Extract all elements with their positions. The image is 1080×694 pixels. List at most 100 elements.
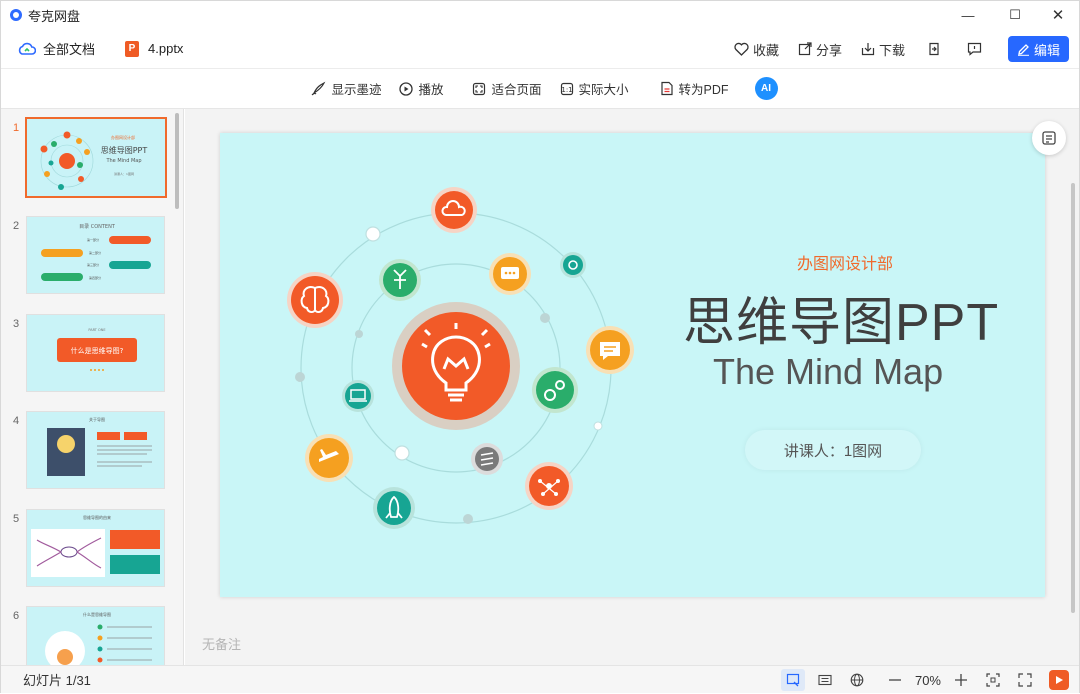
thumbnail-number: 5 <box>13 513 20 525</box>
close-button[interactable]: ✕ <box>1035 1 1080 29</box>
thumbnail-slide-3[interactable]: 3 PART ONE 什么是思维导图? <box>1 314 176 398</box>
thumbnail-preview: 办图网设计部 思维导图PPT The Mind Map 讲课人：1图网 <box>25 117 167 198</box>
notes-view-button[interactable] <box>813 669 837 691</box>
app-title: 夸克网盘 <box>28 8 81 24</box>
show-ink-button[interactable]: 显示墨迹 <box>311 79 381 98</box>
show-ink-label: 显示墨迹 <box>331 83 382 97</box>
fullscreen-icon <box>1018 673 1032 687</box>
plus-icon <box>955 674 967 686</box>
thumbnail-graphic: 思维导图的由来 <box>31 514 160 577</box>
slide-counter: 幻灯片 1/31 <box>23 673 91 688</box>
thumbnail-preview: 思维导图的由来 <box>26 509 165 587</box>
share-button[interactable]: 分享 <box>798 40 842 59</box>
gear-small-node-icon <box>560 252 586 278</box>
thumbnail-slide-1[interactable]: 1 办图网设计部 思维导图PPT The Mind Map 讲课人：1图网 <box>1 117 176 202</box>
pencil-icon <box>1017 43 1029 56</box>
thumbnail-slide-5[interactable]: 5 思维导图的由来 <box>1 509 176 593</box>
svg-text:第一部分: 第一部分 <box>87 237 99 242</box>
export-icon <box>929 42 939 56</box>
plant-node-icon <box>379 259 421 301</box>
slide-tools-icon <box>1042 131 1056 145</box>
web-view-button[interactable] <box>845 669 869 691</box>
svg-text:办图网设计部: 办图网设计部 <box>111 134 135 140</box>
play-label: 播放 <box>418 83 444 97</box>
export-button[interactable] <box>927 42 945 56</box>
network-node-icon <box>525 462 573 510</box>
convert-pdf-button[interactable]: 转为PDF <box>660 79 729 98</box>
thumbnail-scrollbar[interactable] <box>175 113 179 209</box>
edit-button[interactable]: 编辑 <box>1007 36 1069 62</box>
thumbnail-preview: PART ONE 什么是思维导图? <box>26 314 165 392</box>
fit-page-button[interactable]: 适合页面 <box>472 79 542 98</box>
convert-pdf-label: 转为PDF <box>678 83 729 97</box>
fit-window-button[interactable] <box>981 669 1005 691</box>
minimize-icon: — <box>961 7 975 23</box>
canvas-scrollbar[interactable] <box>1071 183 1075 613</box>
share-label: 分享 <box>815 42 842 58</box>
svg-text:第三部分: 第三部分 <box>87 262 99 267</box>
svg-text:思维导图的由来: 思维导图的由来 <box>83 514 111 520</box>
breadcrumb-all-docs[interactable]: 全部文档 <box>43 39 95 58</box>
fullscreen-button[interactable] <box>1013 669 1037 691</box>
thumbnail-preview: 什么是思维导图 <box>26 606 165 665</box>
pdf-icon <box>660 81 673 96</box>
fit-page-label: 适合页面 <box>491 83 542 97</box>
thumbnail-graphic: 关于导图 <box>47 416 152 476</box>
gears-node-icon <box>532 367 578 413</box>
actual-size-label: 实际大小 <box>578 83 629 97</box>
rocket-node-icon <box>373 487 415 529</box>
maximize-button[interactable]: ☐ <box>992 1 1038 29</box>
comment-button[interactable] <box>967 42 986 56</box>
slide-tools-button[interactable] <box>1032 121 1066 155</box>
download-icon <box>861 43 875 56</box>
edit-label: 编辑 <box>1033 42 1060 58</box>
keyboard-icon <box>818 674 832 686</box>
thumbnail-preview: 关于导图 <box>26 411 165 489</box>
play-circle-icon <box>399 81 414 96</box>
plane-node-icon <box>305 434 353 482</box>
slideshow-button[interactable] <box>1049 670 1069 690</box>
ai-assistant-button[interactable]: AI <box>754 77 778 100</box>
svg-text:什么是思维导图: 什么是思维导图 <box>83 611 111 617</box>
current-slide[interactable]: 办图网设计部 思维导图PPT The Mind Map 讲课人：1图网 <box>220 133 1045 597</box>
stack-node-icon <box>471 443 503 475</box>
speaker-notes[interactable]: 无备注 <box>202 634 241 653</box>
thumbnail-number: 4 <box>13 415 20 427</box>
pptx-file-icon: P <box>125 40 140 57</box>
play-icon <box>1056 676 1063 684</box>
download-button[interactable]: 下载 <box>861 40 905 59</box>
comment-icon <box>967 42 982 56</box>
thumbnail-number: 2 <box>13 220 20 232</box>
svg-text:思维导图PPT: 思维导图PPT <box>101 145 148 155</box>
zoom-level[interactable]: 70% <box>915 673 941 688</box>
svg-text:第四部分: 第四部分 <box>89 275 101 280</box>
document-header: 全部文档 P 4.pptx 收藏 分享 下载 编辑 <box>1 29 1079 69</box>
svg-text:PART ONE: PART ONE <box>88 328 105 332</box>
thumbnail-preview: 目录 CONTENT 第一部分 第二部分 第三部分 第四部分 <box>26 216 165 294</box>
thumbnail-number: 6 <box>13 610 20 622</box>
normal-view-button[interactable] <box>780 669 805 691</box>
play-button[interactable]: 播放 <box>399 79 443 98</box>
slide-title: 思维导图PPT <box>683 294 1000 352</box>
share-icon <box>798 42 812 56</box>
thumbnail-slide-6[interactable]: 6 什么是思维导图 <box>1 606 176 665</box>
cloud-icon[interactable] <box>18 42 37 56</box>
thumbnail-slide-2[interactable]: 2 目录 CONTENT 第一部分 第二部分 第三部分 第四部分 <box>1 216 176 300</box>
minus-icon <box>888 679 901 681</box>
svg-text:目录 CONTENT: 目录 CONTENT <box>79 223 116 230</box>
thumbnail-number: 3 <box>13 318 20 330</box>
fit-window-icon <box>986 673 1000 687</box>
svg-text:什么是思维导图?: 什么是思维导图? <box>71 346 124 355</box>
thumbnail-slide-4[interactable]: 4 关于导图 <box>1 411 176 495</box>
globe-icon <box>850 673 864 687</box>
favorite-button[interactable]: 收藏 <box>734 40 779 59</box>
lecturer-label: 讲课人：1图网 <box>745 430 921 470</box>
brain-node-icon <box>287 272 343 328</box>
zoom-in-button[interactable] <box>949 669 973 691</box>
minimize-button[interactable]: — <box>945 1 991 29</box>
zoom-out-button[interactable] <box>883 669 907 691</box>
viewer-toolbar: 显示墨迹 播放 适合页面 1:1 实际大小 转为PDF AI <box>1 69 1079 109</box>
chat-node-icon <box>586 326 634 374</box>
actual-size-button[interactable]: 1:1 实际大小 <box>560 79 629 98</box>
svg-text:关于导图: 关于导图 <box>89 416 105 422</box>
